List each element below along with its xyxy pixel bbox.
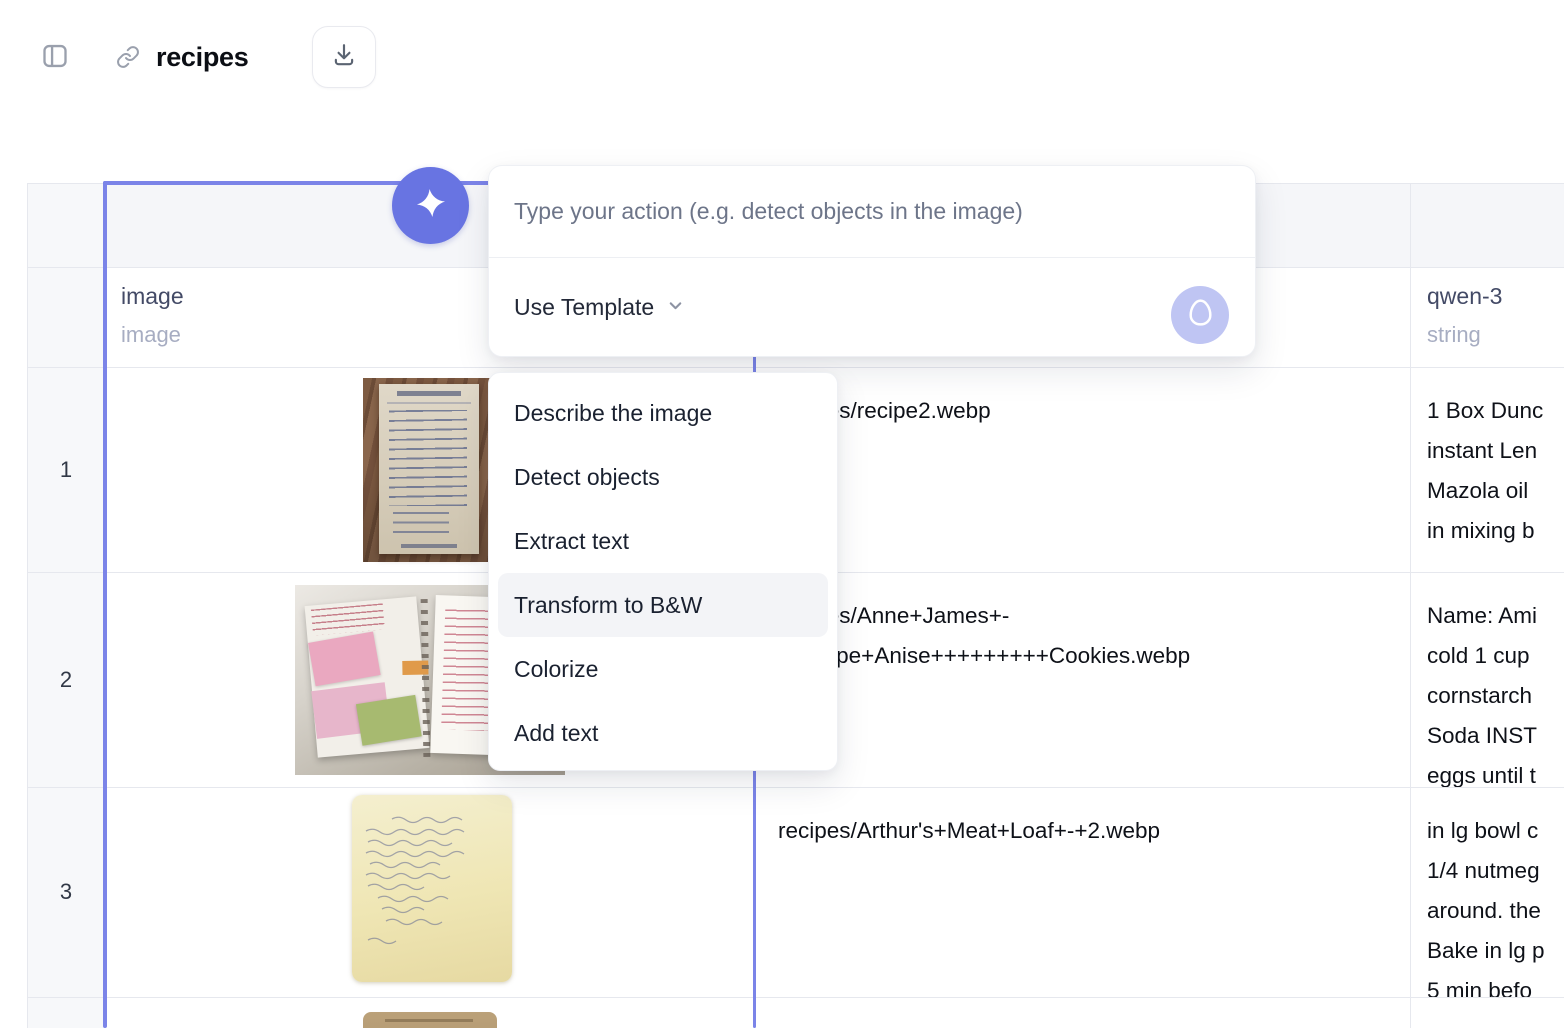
panel-left-icon xyxy=(40,44,70,74)
column-name: qwen-3 xyxy=(1427,283,1503,309)
menu-item-describe-the-image[interactable]: Describe the image xyxy=(489,381,837,445)
download-button[interactable] xyxy=(312,26,376,88)
link-button[interactable] xyxy=(115,45,141,69)
ai-action-button[interactable] xyxy=(392,167,469,244)
column-type: string xyxy=(1427,322,1481,347)
cell-output-row3[interactable]: in lg bowl c 1/4 nutmeg around. the Bake… xyxy=(1410,787,1564,997)
cell-text: 1/4 nutmeg xyxy=(1427,858,1540,883)
menu-item-extract-text[interactable]: Extract text xyxy=(489,509,837,573)
action-input-placeholder: Type your action (e.g. detect objects in… xyxy=(514,198,1023,224)
column-header-qwen-3[interactable]: qwen-3 string xyxy=(1410,267,1564,367)
row-number[interactable]: 3 xyxy=(27,787,105,997)
column-type: image xyxy=(121,322,181,347)
sidebar-toggle-button[interactable] xyxy=(40,42,70,70)
use-template-button[interactable]: Use Template xyxy=(514,294,685,321)
recipe-image-row3[interactable] xyxy=(352,795,512,982)
action-popup: Type your action (e.g. detect objects in… xyxy=(488,165,1256,357)
recipe-image-row4[interactable] xyxy=(363,1012,497,1028)
cell-output-row4[interactable]: 1 1/4 c Salt xyxy=(1410,997,1564,1028)
cell-text: Bake in lg p xyxy=(1427,938,1545,963)
recipe-binder-art xyxy=(304,596,430,758)
row-number[interactable]: 1 xyxy=(27,367,105,572)
cell-text: cold 1 cup xyxy=(1427,643,1530,668)
cell-text: 1 1/4 c Salt xyxy=(1427,1021,1540,1028)
cell-text: 1 Box Dunc xyxy=(1427,398,1544,423)
recipe-card-art xyxy=(379,384,479,554)
handwriting-art xyxy=(365,816,465,945)
cell-text: around. the xyxy=(1427,898,1541,923)
page-title: recipes xyxy=(156,42,249,72)
cell-output-row2[interactable]: Name: Ami cold 1 cup cornstarch Soda INS… xyxy=(1410,572,1564,787)
row-number[interactable]: 2 xyxy=(27,572,105,787)
menu-item-transform-to-bw[interactable]: Transform to B&W xyxy=(498,573,828,637)
download-icon xyxy=(331,42,357,73)
app-window: recipes image image qwen-3 string 1 2 3 … xyxy=(0,0,1564,1028)
menu-item-colorize[interactable]: Colorize xyxy=(489,637,837,701)
link-icon xyxy=(115,46,141,73)
column-name: image xyxy=(121,283,184,309)
cell-text: in lg bowl c xyxy=(1427,818,1539,843)
cell-text: recipes/Arthur's+Meat+Loaf+-+2.webp xyxy=(778,818,1161,843)
cell-text: recipes/bananas+frosted.webp xyxy=(778,1021,1085,1028)
cell-text: Name: Ami xyxy=(1427,603,1538,628)
egg-icon xyxy=(1187,297,1214,333)
cell-path-row4[interactable]: recipes/bananas+frosted.webp xyxy=(755,997,1410,1028)
use-template-label: Use Template xyxy=(514,293,655,320)
cell-path-row1[interactable]: recipes/recipe2.webp xyxy=(755,367,1410,572)
submit-action-button[interactable] xyxy=(1171,286,1229,344)
cell-text: Mazola oil xyxy=(1427,478,1529,503)
recipe-image-row1[interactable] xyxy=(363,378,497,562)
menu-item-detect-objects[interactable]: Detect objects xyxy=(489,445,837,509)
template-menu: Describe the image Detect objects Extrac… xyxy=(488,372,838,771)
cell-path-row3[interactable]: recipes/Arthur's+Meat+Loaf+-+2.webp xyxy=(755,787,1410,997)
menu-item-add-text[interactable]: Add text xyxy=(489,701,837,765)
cell-text: cornstarch xyxy=(1427,683,1533,708)
chevron-down-icon xyxy=(666,294,685,321)
sparkle-icon xyxy=(415,187,447,224)
cell-text: eggs until t xyxy=(1427,763,1536,787)
action-input[interactable]: Type your action (e.g. detect objects in… xyxy=(489,166,1255,257)
cell-text: in mixing b xyxy=(1427,518,1535,543)
cell-text: Soda INST xyxy=(1427,723,1538,748)
cell-text: +Recipe+Anise+++++++++Cookies.webp xyxy=(778,643,1191,668)
cell-output-row1[interactable]: 1 Box Dunc instant Len Mazola oil in mix… xyxy=(1410,367,1564,572)
cell-text: instant Len xyxy=(1427,438,1538,463)
cell-path-row2[interactable]: recipes/Anne+James+- +Recipe+Anise++++++… xyxy=(755,572,1410,787)
cell-text: 5 min befo xyxy=(1427,978,1533,997)
